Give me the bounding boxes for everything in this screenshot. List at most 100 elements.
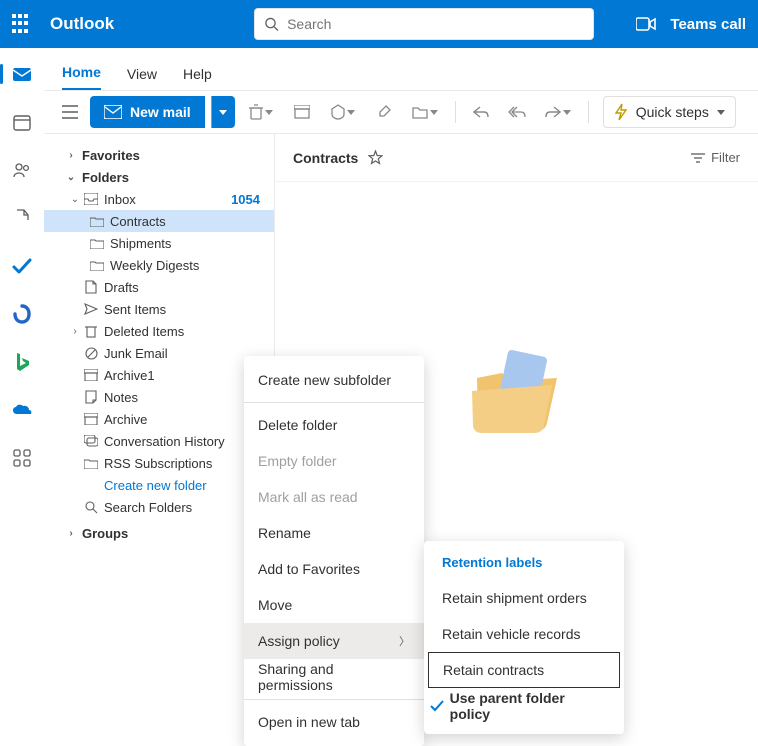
report-button[interactable] [323, 97, 363, 127]
mail-icon [104, 105, 122, 119]
reply-all-button[interactable] [502, 97, 532, 127]
folder-drafts[interactable]: Drafts [44, 276, 274, 298]
policy-retain-vehicle[interactable]: Retain vehicle records [424, 616, 624, 652]
rail-people-icon[interactable] [10, 158, 34, 182]
ctx-mark-all-read: Mark all as read [244, 479, 424, 515]
quick-steps-button[interactable]: Quick steps [603, 96, 736, 128]
rail-mail-icon[interactable] [10, 62, 34, 86]
rail-files-icon[interactable] [10, 206, 34, 230]
new-mail-dropdown[interactable] [211, 96, 235, 128]
flyout-header: Retention labels [424, 551, 624, 580]
folder-inbox[interactable]: ⌄Inbox1054 [44, 188, 274, 210]
ctx-create-subfolder[interactable]: Create new subfolder [244, 362, 424, 398]
rail-bing-icon[interactable] [10, 350, 34, 374]
rss-label: RSS Subscriptions [104, 456, 212, 471]
groups-section[interactable]: ›Groups [44, 522, 274, 544]
ctx-empty-folder: Empty folder [244, 443, 424, 479]
delete-button[interactable] [241, 97, 281, 127]
conversation-history-label: Conversation History [104, 434, 225, 449]
search-box[interactable] [254, 8, 594, 40]
folder-search-folders[interactable]: Search Folders [44, 496, 274, 518]
folder-contracts[interactable]: Contracts [44, 210, 274, 232]
ctx-open-new-tab[interactable]: Open in new tab [244, 704, 424, 740]
rail-onedrive-icon[interactable] [10, 398, 34, 422]
rail-todo-icon[interactable] [10, 254, 34, 278]
search-icon [264, 16, 279, 32]
filter-label: Filter [711, 150, 740, 165]
toolbar: New mail Quick steps [44, 90, 758, 134]
favorite-star-icon[interactable] [368, 150, 383, 165]
drafts-label: Drafts [104, 280, 139, 295]
ctx-add-favorites[interactable]: Add to Favorites [244, 551, 424, 587]
inbox-count: 1054 [231, 192, 266, 207]
left-rail [0, 48, 44, 593]
policy-retain-contracts[interactable]: Retain contracts [428, 652, 620, 688]
rail-m365-icon[interactable] [10, 302, 34, 326]
favorites-section[interactable]: ›Favorites [44, 144, 274, 166]
create-new-folder-link[interactable]: Create new folder [44, 474, 274, 496]
filter-icon [691, 152, 705, 164]
ctx-separator [244, 402, 424, 403]
folder-shipments[interactable]: Shipments [44, 232, 274, 254]
check-icon [428, 700, 446, 712]
ctx-move[interactable]: Move [244, 587, 424, 623]
policy-retain-shipment[interactable]: Retain shipment orders [424, 580, 624, 616]
ribbon-tabs: Home View Help [44, 48, 758, 90]
folder-conversation-history[interactable]: Conversation History [44, 430, 274, 452]
notes-label: Notes [104, 390, 138, 405]
teams-call-area[interactable]: Teams call [636, 16, 746, 33]
folder-rss[interactable]: RSS Subscriptions [44, 452, 274, 474]
archive1-label: Archive1 [104, 368, 155, 383]
inbox-label: Inbox [104, 192, 136, 207]
deleted-label: Deleted Items [104, 324, 184, 339]
rail-more-apps-icon[interactable] [10, 446, 34, 470]
video-icon [636, 17, 656, 31]
reply-button[interactable] [466, 97, 496, 127]
shipments-label: Shipments [110, 236, 171, 251]
search-input[interactable] [287, 16, 584, 32]
app-name: Outlook [50, 14, 114, 34]
folder-archive[interactable]: Archive [44, 408, 274, 430]
ctx-rename[interactable]: Rename [244, 515, 424, 551]
archive-button[interactable] [287, 97, 317, 127]
policy-use-parent[interactable]: Use parent folder policy [424, 688, 624, 724]
folder-junk[interactable]: Junk Email [44, 342, 274, 364]
sweep-button[interactable] [369, 97, 399, 127]
tab-help[interactable]: Help [183, 66, 212, 90]
rail-calendar-icon[interactable] [10, 110, 34, 134]
folder-notes[interactable]: Notes [44, 386, 274, 408]
assign-policy-flyout: Retention labels Retain shipment orders … [424, 541, 624, 734]
suite-bar: Outlook Teams call [0, 0, 758, 48]
groups-label: Groups [82, 526, 128, 541]
folder-archive1[interactable]: Archive1 [44, 364, 274, 386]
app-launcher-icon[interactable] [12, 14, 32, 34]
tab-view[interactable]: View [127, 66, 157, 90]
folders-label: Folders [82, 170, 129, 185]
chevron-right-icon: 〉 [399, 633, 410, 649]
ctx-assign-policy[interactable]: Assign policy〉 [244, 623, 424, 659]
move-button[interactable] [405, 97, 445, 127]
ctx-separator [244, 699, 424, 700]
folder-sent[interactable]: Sent Items [44, 298, 274, 320]
new-mail-button[interactable]: New mail [90, 96, 205, 128]
folder-deleted[interactable]: ›Deleted Items [44, 320, 274, 342]
hamburger-icon[interactable] [56, 98, 84, 126]
tab-home[interactable]: Home [62, 64, 101, 90]
folder-pane: ›Favorites ⌄Folders ⌄Inbox1054 Contracts… [44, 134, 274, 593]
lightning-icon [614, 103, 628, 121]
favorites-label: Favorites [82, 148, 140, 163]
ctx-sharing[interactable]: Sharing and permissions [244, 659, 424, 695]
filter-button[interactable]: Filter [691, 150, 740, 165]
folders-section[interactable]: ⌄Folders [44, 166, 274, 188]
message-list-header: Contracts Filter [275, 134, 758, 182]
junk-label: Junk Email [104, 346, 168, 361]
create-new-folder-label: Create new folder [104, 478, 207, 493]
quick-steps-label: Quick steps [636, 104, 709, 120]
forward-button[interactable] [538, 97, 578, 127]
ctx-delete-folder[interactable]: Delete folder [244, 407, 424, 443]
search-folders-label: Search Folders [104, 500, 192, 515]
folder-context-menu: Create new subfolder Delete folder Empty… [244, 356, 424, 746]
archive-label: Archive [104, 412, 147, 427]
chevron-down-icon [717, 110, 725, 115]
folder-weekly-digests[interactable]: Weekly Digests [44, 254, 274, 276]
